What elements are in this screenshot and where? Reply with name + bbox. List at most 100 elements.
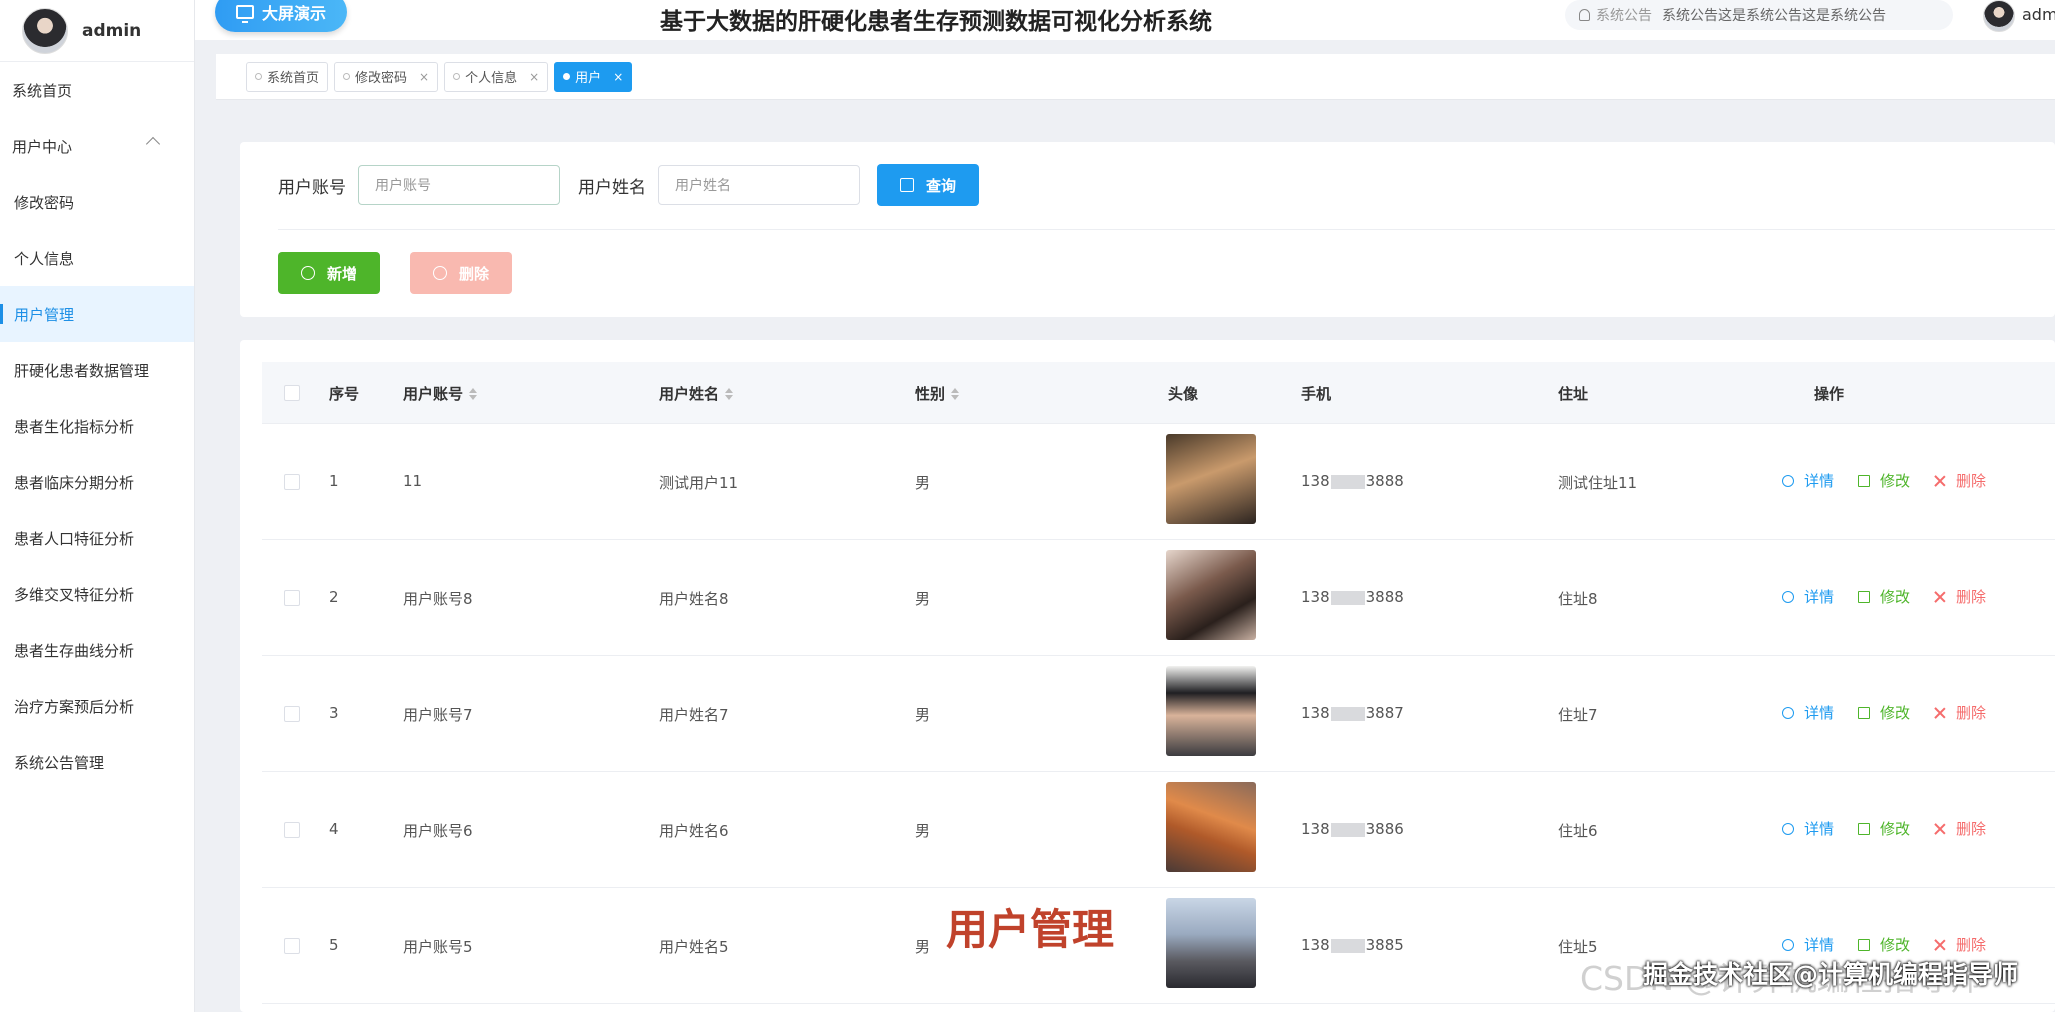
- cell-gender: 男: [915, 822, 931, 840]
- notice-text: 系统公告这是系统公告这是系统公告: [1662, 8, 1886, 24]
- bigscreen-button[interactable]: 大屏演示: [215, 0, 347, 32]
- close-icon[interactable]: ×: [529, 70, 539, 84]
- delete-button[interactable]: 删除: [1934, 702, 1986, 723]
- sort-icon[interactable]: [469, 388, 478, 400]
- user-table: 序号 用户账号 用户姓名 性别 头像 手机 住址 操作 1 11 测试用户11 …: [240, 340, 2055, 1012]
- close-icon[interactable]: ×: [613, 70, 623, 84]
- row-checkbox[interactable]: [284, 474, 300, 490]
- tab-personal-info[interactable]: 个人信息 ×: [444, 61, 549, 92]
- cell-address: 住址6: [1558, 822, 1598, 840]
- sidebar-item-treatment-analysis[interactable]: 治疗方案预后分析: [0, 678, 194, 734]
- detail-button[interactable]: 详情: [1782, 702, 1834, 723]
- tab-user[interactable]: 用户 ×: [554, 61, 633, 92]
- query-label: 查询: [925, 176, 956, 195]
- sidebar-item-home[interactable]: 系统首页: [0, 62, 194, 118]
- tab-dot-icon: [563, 73, 571, 80]
- cell-index: 2: [329, 588, 339, 606]
- close-icon: [1934, 823, 1946, 835]
- detail-button[interactable]: 详情: [1782, 818, 1834, 839]
- close-icon: [1934, 707, 1946, 719]
- column-header-account[interactable]: 用户账号: [403, 383, 478, 404]
- cell-gender: 男: [915, 590, 931, 608]
- phone-suffix: 3888: [1365, 472, 1404, 490]
- tab-label: 个人信息: [465, 71, 518, 86]
- table-row: 1 11 测试用户11 男 138 3888 测试住址11 详情 修改 删除: [262, 424, 2055, 540]
- monitor-icon: [235, 5, 254, 23]
- overlay-caption: 用户管理: [946, 905, 1115, 954]
- column-header-name[interactable]: 用户姓名: [659, 383, 734, 404]
- column-header-avatar: 头像: [1168, 385, 1199, 403]
- column-header-phone: 手机: [1301, 385, 1332, 403]
- user-avatar-image: [1166, 666, 1256, 756]
- detail-button[interactable]: 详情: [1782, 586, 1834, 607]
- sort-icon[interactable]: [951, 388, 960, 400]
- sort-icon[interactable]: [725, 388, 734, 400]
- sidebar-item-stage-analysis[interactable]: 患者临床分期分析: [0, 454, 194, 510]
- edit-button[interactable]: 修改: [1858, 586, 1910, 607]
- column-header-label: 性别: [915, 385, 946, 403]
- sidebar-item-cross-analysis[interactable]: 多维交叉特征分析: [0, 566, 194, 622]
- sidebar-item-user-center[interactable]: 用户中心: [0, 118, 194, 174]
- tabs-bar: 系统首页 修改密码 × 个人信息 × 用户 ×: [216, 54, 2055, 100]
- header: 大屏演示 基于大数据的肝硬化患者生存预测数据可视化分析系统 系统公告 系统公告这…: [195, 0, 2055, 40]
- phone-suffix: 3886: [1365, 820, 1404, 838]
- sidebar-item-user-management[interactable]: 用户管理: [0, 286, 194, 342]
- cell-account: 11: [403, 472, 423, 490]
- cell-account: 用户账号8: [403, 590, 473, 608]
- delete-button[interactable]: 删除: [1934, 586, 1986, 607]
- edit-button[interactable]: 修改: [1858, 470, 1910, 491]
- sidebar-item-change-password[interactable]: 修改密码: [0, 174, 194, 230]
- delete-label: 删除: [1956, 588, 1987, 606]
- sidebar-item-personal-info[interactable]: 个人信息: [0, 230, 194, 286]
- phone-mask: [1330, 822, 1365, 837]
- delete-button[interactable]: 删除: [1934, 818, 1986, 839]
- header-avatar[interactable]: [1983, 0, 2015, 32]
- row-checkbox[interactable]: [284, 590, 300, 606]
- search-icon: [899, 178, 914, 192]
- row-actions: 详情 修改 删除: [1782, 470, 1986, 491]
- row-checkbox[interactable]: [284, 938, 300, 954]
- sidebar-item-survival-curve[interactable]: 患者生存曲线分析: [0, 622, 194, 678]
- row-checkbox[interactable]: [284, 822, 300, 838]
- tab-home[interactable]: 系统首页: [246, 61, 329, 92]
- sidebar-item-label: 肝硬化患者数据管理: [14, 361, 150, 380]
- account-search-input[interactable]: 用户账号: [358, 165, 560, 205]
- bigscreen-label: 大屏演示: [261, 4, 326, 23]
- search-icon: [1782, 474, 1794, 487]
- cell-phone: 138 3888: [1301, 588, 1404, 606]
- column-header-gender[interactable]: 性别: [915, 383, 960, 404]
- detail-button[interactable]: 详情: [1782, 470, 1834, 491]
- row-checkbox[interactable]: [284, 706, 300, 722]
- add-button[interactable]: 新增: [278, 252, 380, 294]
- edit-button[interactable]: 修改: [1858, 702, 1910, 723]
- detail-label: 详情: [1804, 588, 1835, 606]
- sidebar-item-demographic-analysis[interactable]: 患者人口特征分析: [0, 510, 194, 566]
- cell-account: 用户账号5: [403, 938, 473, 956]
- action-buttons: 新增 删除: [278, 252, 512, 294]
- select-all-checkbox[interactable]: [284, 385, 300, 401]
- edit-button[interactable]: 修改: [1858, 818, 1910, 839]
- phone-prefix: 138: [1301, 588, 1330, 606]
- column-header-label: 用户账号: [403, 385, 464, 403]
- plus-circle-icon: [300, 266, 315, 280]
- sidebar-item-patient-data[interactable]: 肝硬化患者数据管理: [0, 342, 194, 398]
- delete-button[interactable]: 删除: [1934, 470, 1986, 491]
- batch-delete-button[interactable]: 删除: [410, 252, 512, 294]
- tab-dot-icon: [453, 73, 461, 80]
- sidebar-item-label: 系统首页: [12, 81, 73, 100]
- sidebar-user: admin: [0, 0, 194, 62]
- notice-label: 系统公告: [1596, 8, 1652, 24]
- tab-change-password[interactable]: 修改密码 ×: [334, 61, 439, 92]
- sidebar-item-biochem-analysis[interactable]: 患者生化指标分析: [0, 398, 194, 454]
- name-search-input[interactable]: 用户姓名: [658, 165, 860, 205]
- phone-suffix: 3885: [1365, 936, 1404, 954]
- close-icon[interactable]: ×: [419, 70, 429, 84]
- sidebar-item-notice-management[interactable]: 系统公告管理: [0, 734, 194, 790]
- phone-mask: [1330, 590, 1365, 605]
- cell-phone: 138 3886: [1301, 820, 1404, 838]
- notice-bar[interactable]: 系统公告 系统公告这是系统公告这是系统公告: [1565, 0, 1953, 30]
- row-actions: 详情 修改 删除: [1782, 702, 1986, 723]
- header-username[interactable]: adm: [2022, 5, 2055, 24]
- query-button[interactable]: 查询: [877, 164, 979, 206]
- search-icon: [1782, 706, 1794, 719]
